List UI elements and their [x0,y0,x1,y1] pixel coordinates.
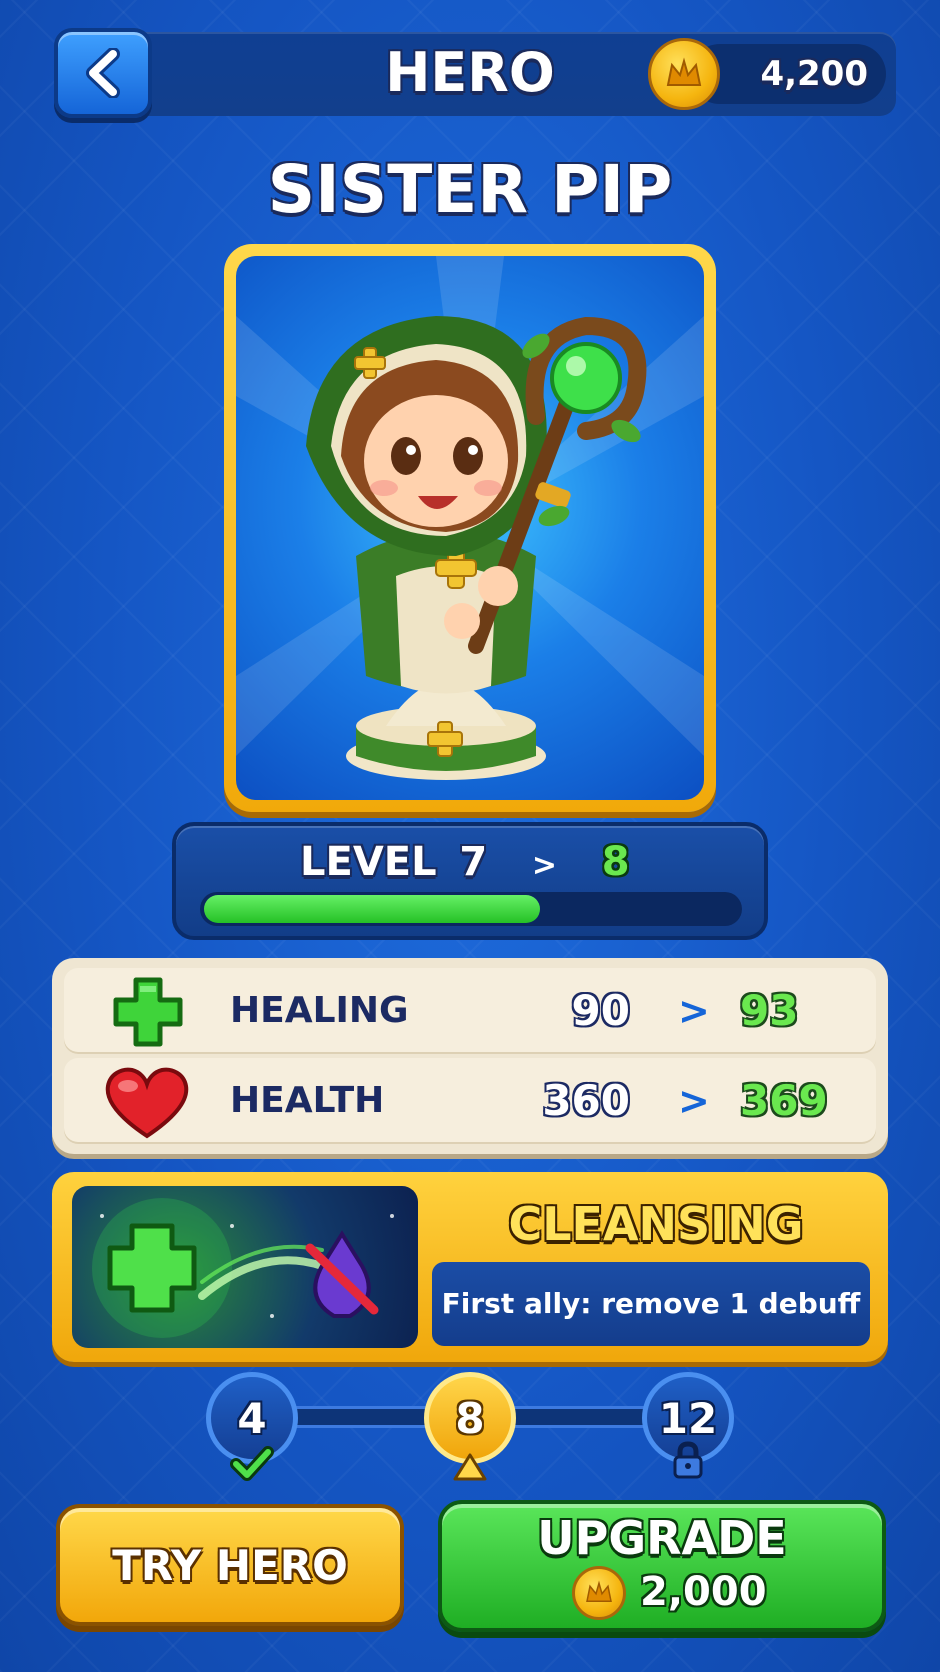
try-hero-button[interactable]: TRY HERO [56,1504,404,1626]
chevron-left-icon [86,48,120,98]
heart-icon [104,1066,190,1140]
coin-balance-value: 4,200 [760,54,868,94]
stat-label: HEALTH [230,1080,385,1121]
stat-label: HEALING [230,990,409,1031]
level-current: 7 [459,839,488,885]
green-cross-icon [112,976,184,1048]
upgrade-label: UPGRADE [537,1511,787,1565]
crown-coin-icon [572,1566,626,1620]
triangle-up-icon [452,1452,488,1482]
stat-arrow: > [678,989,710,1033]
stat-old-value: 90 [571,986,630,1035]
stat-new-value: 93 [740,986,799,1035]
screen-title: HERO [385,41,555,104]
level-next: 8 [601,839,630,885]
ability-description: First ally: remove 1 debuff [441,1287,861,1320]
milestone-value: 12 [658,1393,718,1443]
milestone-8[interactable]: 8 [424,1372,516,1464]
level-arrow: > [531,848,558,883]
level-label: LEVEL [300,839,437,885]
lock-icon [670,1440,706,1480]
stat-old-value: 360 [542,1076,630,1125]
level-row: LEVEL 7 > 8 [300,832,660,892]
try-hero-label: TRY HERO [112,1540,348,1590]
ability-icon [72,1186,418,1348]
milestone-value: 4 [237,1393,267,1443]
hero-name: SISTER PIP [267,151,673,228]
hero-portrait-frame[interactable] [224,244,716,812]
crown-coin-icon [648,38,720,110]
ability-title: CLEANSING SHOT [508,1197,804,1319]
checkmark-icon [230,1444,274,1482]
milestone-value: 8 [455,1393,485,1443]
upgrade-price: 2,000 [640,1569,767,1615]
back-button[interactable] [54,28,152,118]
hero-portrait [236,256,704,800]
stat-new-value: 369 [740,1076,828,1125]
level-progress-fill [204,895,540,923]
stat-arrow: > [678,1079,710,1123]
